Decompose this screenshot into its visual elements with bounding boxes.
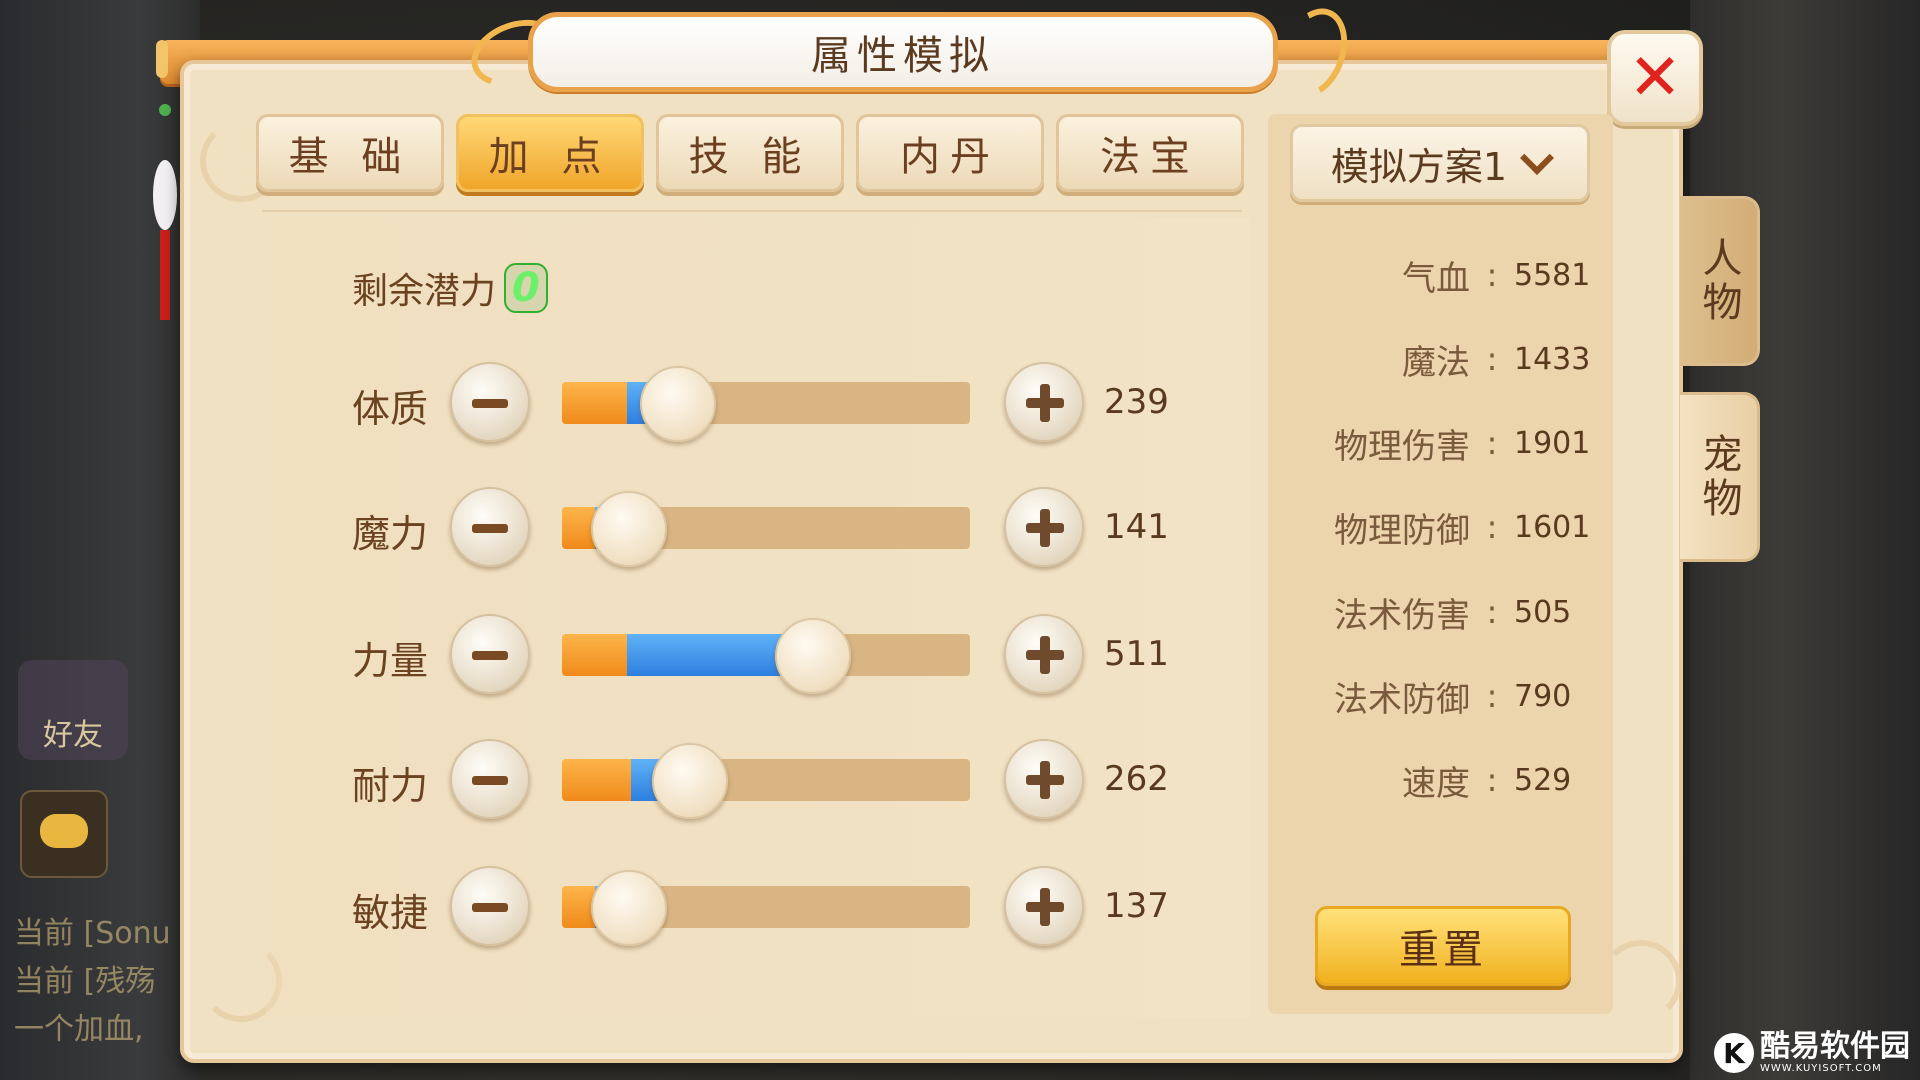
scroll-rod-left [156,40,168,78]
attribute-row-endurance: 耐力 262 [352,735,1202,825]
watermark-logo-icon: K [1714,1033,1754,1073]
stat-row-magic-damage: 法术伤害 : 505 [1290,587,1600,637]
stat-label: 魔法 [1402,342,1470,383]
increase-button[interactable] [1004,487,1084,567]
tassel-ornament [150,100,180,320]
stat-row-hp: 气血 : 5581 [1290,250,1600,300]
increase-button[interactable] [1004,362,1084,442]
scheme-dropdown-label: 模拟方案1 [1330,144,1508,189]
attribute-label: 体质 [352,387,429,431]
stat-label: 物理防御 [1334,510,1470,551]
tab-basic[interactable]: 基 础 [256,114,444,192]
stat-value: 790 [1514,678,1572,714]
stats-panel [1268,114,1613,1014]
watermark-url: WWW.KUYISOFT.COM [1760,1063,1882,1074]
tab-skills[interactable]: 技 能 [656,114,844,192]
increase-button[interactable] [1004,739,1084,819]
stat-value: 1901 [1514,425,1591,461]
decrease-button[interactable] [450,487,530,567]
side-tab-character[interactable]: 人物 [1680,196,1760,366]
stat-label: 法术防御 [1334,679,1470,720]
base-points-bar [562,634,628,676]
stat-label: 速度 [1402,763,1470,804]
attribute-label: 魔力 [352,512,429,556]
scheme-dropdown[interactable]: 模拟方案1 [1290,124,1590,202]
watermark-text: 酷易软件园 [1760,1029,1910,1064]
attribute-value: 511 [1104,634,1169,674]
chevron-down-icon [1520,141,1555,175]
slider-thumb[interactable] [591,870,668,946]
stat-value: 5581 [1514,257,1591,293]
slider-thumb[interactable] [774,618,851,694]
stat-value: 1433 [1514,341,1591,377]
stat-value: 1601 [1514,509,1591,545]
watermark: K 酷易软件园 WWW.KUYISOFT.COM [1714,1032,1910,1074]
stat-row-phys-defense: 物理防御 : 1601 [1290,502,1600,552]
attribute-row-strength: 力量 511 [352,610,1202,700]
slider-thumb[interactable] [640,366,717,442]
side-tab-pet[interactable]: 宠物 [1680,392,1760,562]
decrease-button[interactable] [450,739,530,819]
panel-title: 属性模拟 [528,12,1278,92]
decrease-button[interactable] [450,614,530,694]
remaining-potential: 剩余潜力 0 [352,262,548,314]
attribute-value: 262 [1104,759,1169,799]
increase-button[interactable] [1004,614,1084,694]
increase-button[interactable] [1004,866,1084,946]
attribute-value: 137 [1104,886,1169,926]
stat-row-magic-defense: 法术防御 : 790 [1290,671,1600,721]
attribute-label: 力量 [352,639,429,683]
remaining-potential-label: 剩余潜力 [352,271,497,312]
stat-value: 505 [1514,594,1572,630]
stat-row-mp: 魔法 : 1433 [1290,334,1600,384]
base-points-bar [562,507,595,549]
tab-divider [262,210,1242,212]
attribute-row-agility: 敏捷 137 [352,862,1202,952]
minus-icon [472,903,508,912]
attribute-row-constitution: 体质 239 [352,358,1202,448]
attribute-slider[interactable] [562,618,970,694]
base-points-bar [562,759,632,801]
close-button[interactable]: ✕ [1607,30,1703,126]
tab-inner-elixir[interactable]: 内丹 [856,114,1044,192]
stat-label: 物理伤害 [1334,426,1470,467]
decrease-button[interactable] [450,866,530,946]
tab-treasure[interactable]: 法宝 [1056,114,1244,192]
minus-icon [472,776,508,785]
attribute-slider[interactable] [562,870,970,946]
friends-label: 好友 [43,718,103,753]
stat-row-speed: 速度 : 529 [1290,755,1600,805]
minus-icon [472,651,508,660]
minus-icon [472,399,508,408]
attribute-value: 239 [1104,382,1169,422]
remaining-potential-value: 0 [504,263,548,313]
reset-button[interactable]: 重置 [1315,906,1571,986]
tab-add-points[interactable]: 加 点 [456,114,644,192]
stat-label: 法术伤害 [1334,595,1470,636]
base-points-bar [562,382,628,424]
attribute-slider[interactable] [562,366,970,442]
decrease-button[interactable] [450,362,530,442]
chat-icon[interactable] [20,790,108,878]
minus-icon [472,524,508,533]
stat-row-phys-damage: 物理伤害 : 1901 [1290,418,1600,468]
attribute-slider[interactable] [562,743,970,819]
stat-label: 气血 [1402,258,1470,299]
attribute-value: 141 [1104,507,1169,547]
base-points-bar [562,886,595,928]
attribute-label: 敏捷 [352,891,429,935]
slider-thumb[interactable] [652,743,729,819]
slider-thumb[interactable] [591,491,668,567]
attribute-slider[interactable] [562,491,970,567]
attribute-row-magic: 魔力 141 [352,483,1202,573]
stat-value: 529 [1514,762,1572,798]
attribute-label: 耐力 [352,764,429,808]
friends-button[interactable]: 好友 [18,660,128,760]
close-icon: ✕ [1628,41,1682,115]
category-tabs: 基 础 加 点 技 能 内丹 法宝 [256,114,1244,192]
